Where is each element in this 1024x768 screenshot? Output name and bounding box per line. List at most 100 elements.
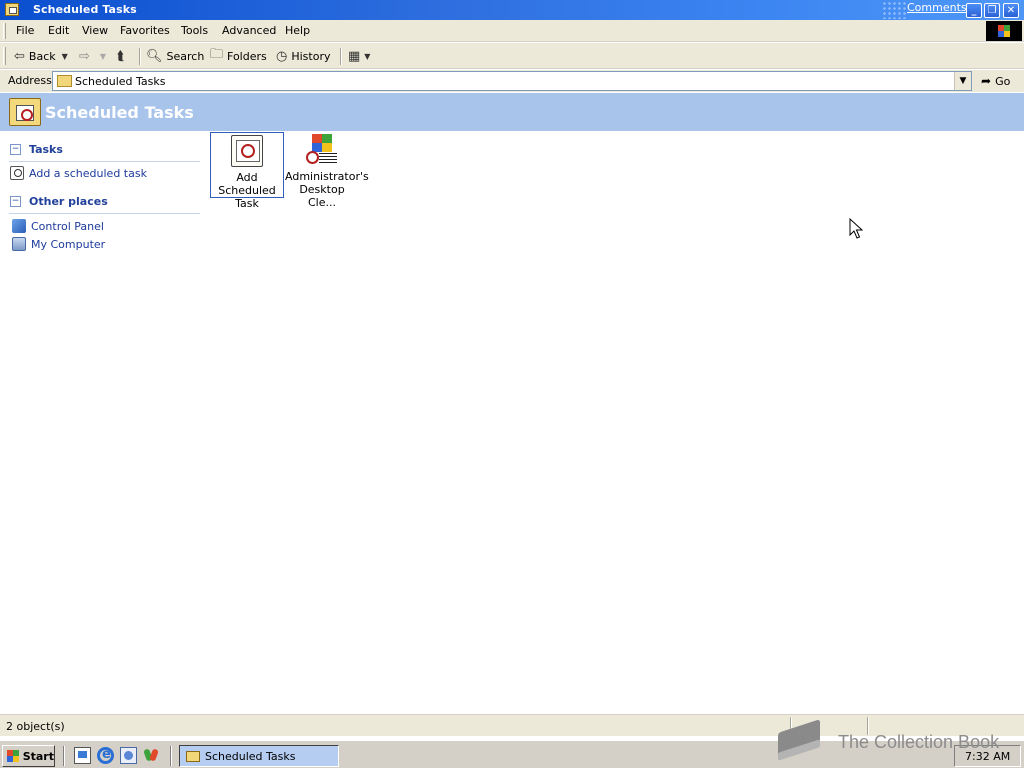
tray-clock[interactable]: 7:32 AM: [965, 750, 1010, 763]
control-panel-link[interactable]: Control Panel: [12, 219, 104, 233]
close-button[interactable]: ✕: [1003, 3, 1019, 18]
go-button[interactable]: ➦ Go: [981, 74, 1010, 88]
go-label: Go: [995, 74, 1011, 88]
messenger-icon[interactable]: [143, 747, 160, 764]
forward-button[interactable]: ⇨ ▼: [79, 47, 106, 65]
search-label: Search: [166, 49, 205, 63]
desktop-cleanup-task-item[interactable]: Administrator's Desktop Cle...: [285, 132, 369, 209]
views-icon: ▦: [348, 48, 361, 64]
title-bar[interactable]: Scheduled Tasks Comments? _ ❐ ✕: [0, 0, 1024, 20]
control-panel-icon: [12, 219, 26, 233]
back-button[interactable]: ⇦ Back ▼: [14, 47, 68, 65]
mouse-pointer-icon: [849, 218, 863, 239]
task-pane: − Tasks Add a scheduled task − Other pla…: [0, 131, 206, 709]
forward-arrow-icon: ⇨: [79, 48, 90, 64]
address-value[interactable]: Scheduled Tasks: [75, 75, 166, 88]
menu-edit[interactable]: Edit: [48, 24, 69, 37]
standard-toolbar: ⇦ Back ▼ ⇨ ▼ ⮬ 🔍︎ Search 🗀 Folders ◷ His…: [0, 43, 1024, 69]
collapse-icon[interactable]: −: [10, 196, 21, 207]
start-label: Start: [22, 749, 54, 763]
back-label: Back: [28, 49, 56, 63]
folder-icon: [186, 750, 200, 762]
toolbar-separator: [139, 48, 141, 65]
back-dropdown-icon[interactable]: ▼: [62, 52, 68, 61]
item-label: Administrator's Desktop Cle...: [285, 170, 369, 209]
address-dropdown-button[interactable]: ▼: [954, 72, 971, 90]
status-separator: [867, 717, 869, 735]
up-folder-button[interactable]: ⮬: [117, 47, 129, 65]
go-arrow-icon: ➦: [981, 74, 992, 88]
item-label: Add Scheduled Task: [218, 171, 276, 210]
comments-link[interactable]: Comments?: [907, 1, 972, 14]
views-button[interactable]: ▦ ▼: [348, 47, 370, 65]
up-folder-icon: ⮬: [117, 48, 125, 64]
my-computer-label: My Computer: [31, 237, 106, 251]
menu-bar: File Edit View Favorites Tools Advanced …: [0, 20, 1024, 42]
windows-logo-icon: [7, 750, 19, 762]
my-computer-link[interactable]: My Computer: [12, 237, 105, 251]
internet-explorer-icon[interactable]: [97, 747, 114, 764]
taskbar-button-label: Scheduled Tasks: [205, 749, 296, 763]
clock-icon: [306, 151, 319, 164]
toolbar-grip[interactable]: [3, 47, 6, 65]
menu-view[interactable]: View: [82, 24, 108, 37]
status-separator: [790, 717, 792, 735]
taskbar-button-scheduled-tasks[interactable]: Scheduled Tasks: [179, 745, 339, 767]
add-scheduled-task-item[interactable]: Add Scheduled Task: [210, 132, 284, 210]
folder-header: Scheduled Tasks: [0, 93, 1024, 131]
start-button[interactable]: Start: [2, 745, 55, 767]
window-title: Scheduled Tasks: [33, 3, 137, 16]
scheduled-tasks-large-icon: [9, 98, 41, 126]
other-places-title: Other places: [29, 195, 108, 208]
taskbar-separator: [170, 746, 172, 766]
forward-dropdown-icon[interactable]: ▼: [100, 52, 106, 61]
history-button[interactable]: ◷ History: [276, 47, 330, 65]
folder-title: Scheduled Tasks: [45, 103, 194, 122]
windows-flag-icon: [312, 134, 332, 152]
views-dropdown-icon[interactable]: ▼: [364, 52, 370, 61]
back-arrow-icon: ⇦: [14, 48, 25, 64]
text-lines-icon: [319, 153, 337, 164]
system-tray: 7:32 AM: [954, 745, 1021, 767]
my-computer-icon: [12, 237, 26, 251]
search-icon: 🔍︎: [146, 48, 163, 64]
menu-file[interactable]: File: [16, 24, 34, 37]
status-bar: 2 object(s): [0, 714, 1024, 736]
windows-flag-icon: [998, 25, 1010, 37]
menu-help[interactable]: Help: [285, 24, 310, 37]
other-places-section-header[interactable]: − Other places: [10, 195, 108, 208]
maximize-button[interactable]: ❐: [984, 3, 1000, 18]
taskbar-separator: [63, 746, 65, 766]
scheduled-tasks-sheet-icon: [16, 105, 34, 121]
address-input[interactable]: Scheduled Tasks ▼: [52, 71, 972, 91]
add-scheduled-task-icon: [231, 135, 263, 167]
add-scheduled-task-label: Add a scheduled task: [29, 166, 147, 180]
tasks-section-title: Tasks: [29, 143, 63, 156]
outlook-express-icon[interactable]: [120, 747, 137, 764]
show-desktop-icon[interactable]: [74, 747, 91, 764]
collapse-icon[interactable]: −: [10, 144, 21, 155]
scheduled-tasks-folder-icon: [5, 3, 19, 16]
address-bar: Address Scheduled Tasks ▼ ➦ Go: [0, 70, 1024, 92]
history-label: History: [291, 49, 331, 63]
folders-icon: 🗀: [210, 47, 224, 62]
menu-favorites[interactable]: Favorites: [120, 24, 170, 37]
folder-icon: [57, 75, 72, 87]
add-scheduled-task-link[interactable]: Add a scheduled task: [10, 166, 147, 180]
menu-tools[interactable]: Tools: [181, 24, 208, 37]
windows-throbber-logo: [986, 21, 1022, 41]
tasks-section-header[interactable]: − Tasks: [10, 143, 63, 156]
control-panel-label: Control Panel: [31, 219, 104, 233]
minimize-button[interactable]: _: [966, 3, 982, 18]
desktop-cleanup-task-icon: [306, 134, 338, 166]
taskbar: Start Scheduled Tasks 7:32 AM: [0, 740, 1024, 768]
section-divider: [9, 213, 200, 214]
menu-advanced[interactable]: Advanced: [222, 24, 276, 37]
search-button[interactable]: 🔍︎ Search: [146, 47, 204, 65]
menu-grip[interactable]: [3, 23, 6, 39]
history-icon: ◷: [276, 48, 288, 64]
toolbar-separator: [340, 48, 342, 65]
decorative-dots: [882, 1, 906, 19]
address-label: Address: [8, 74, 52, 87]
folders-button[interactable]: 🗀 Folders: [210, 47, 267, 65]
